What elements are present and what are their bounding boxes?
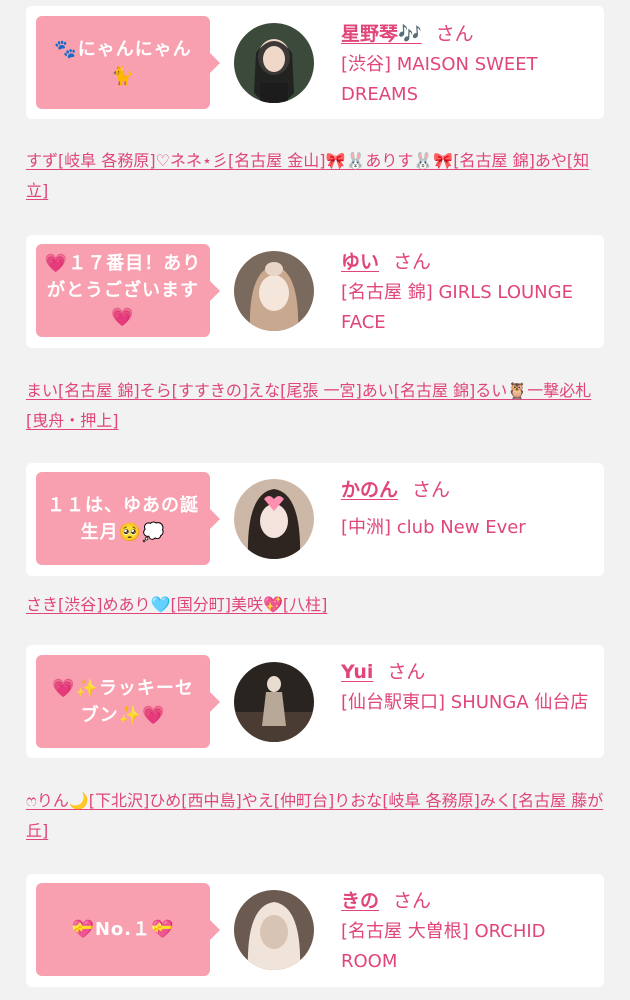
girl-link[interactable]: ひめ bbox=[149, 791, 181, 810]
avatar[interactable] bbox=[234, 23, 314, 103]
area-link[interactable]: [西中島] bbox=[181, 791, 242, 810]
avatar-image bbox=[234, 890, 314, 970]
avatar[interactable] bbox=[234, 890, 314, 970]
ranking-card: 🐾にゃんにゃん🐈 星野琴🎶 さん [渋谷] MAISON SWEET DREAMS bbox=[26, 6, 604, 119]
ranking-card: 💗１７番目！ありがとうございます💗 ゆい さん [名古屋 錦] GIRLS LOU… bbox=[26, 235, 604, 348]
shop-info: [中洲] club New Ever bbox=[341, 517, 526, 538]
area-link[interactable]: [岐阜 各務原] bbox=[382, 791, 480, 810]
girl-name-link[interactable]: ゆい bbox=[341, 251, 379, 273]
avatar-image bbox=[234, 662, 314, 742]
avatar[interactable] bbox=[234, 251, 314, 331]
san-suffix: さん bbox=[412, 479, 451, 501]
area-link[interactable]: [すすきの] bbox=[172, 381, 249, 400]
link-list: ෆりん🌙[下北沢]ひめ[西中島]やえ[仲町台]りおな[岐阜 各務原]みく[名古屋… bbox=[26, 786, 606, 846]
san-suffix: さん bbox=[387, 661, 426, 683]
link-list: まい[名古屋 錦]そら[すすきの]えな[尾張 一宮]あい[名古屋 錦]るい🦉一撃… bbox=[26, 376, 606, 436]
shop-info: [仙台駅東口] SHUNGA 仙台店 bbox=[341, 692, 589, 713]
name-row: ゆい さん bbox=[341, 247, 431, 274]
name-row: Yui さん bbox=[341, 657, 425, 684]
link-list: すず[岐阜 各務原]♡ネネ⋆彡[名古屋 金山]🎀🐰ありす🐰🎀[名古屋 錦]あや[… bbox=[26, 146, 606, 206]
area-link[interactable]: [尾張 一宮] bbox=[280, 381, 362, 400]
name-row: かのん さん bbox=[341, 475, 450, 502]
girl-link[interactable]: あい bbox=[362, 381, 394, 400]
girl-link[interactable]: みく bbox=[480, 791, 512, 810]
girl-name-link[interactable]: きの bbox=[341, 890, 379, 912]
area-link[interactable]: [名古屋 金山] bbox=[228, 151, 326, 170]
girl-name-link[interactable]: 星野琴🎶 bbox=[341, 23, 422, 45]
name-row: きの さん bbox=[341, 886, 431, 913]
comment-bubble: 💗✨ラッキーセブン✨💗 bbox=[36, 655, 220, 748]
girl-link[interactable]: めあり🩵 bbox=[103, 595, 171, 614]
girl-link[interactable]: あや bbox=[535, 151, 567, 170]
girl-name-link[interactable]: Yui bbox=[341, 661, 373, 683]
shop-info: [名古屋 錦] GIRLS LOUNGE FACE bbox=[341, 282, 573, 333]
girl-link[interactable]: ♡ネネ⋆彡 bbox=[156, 151, 228, 170]
area-link[interactable]: [渋谷] bbox=[58, 595, 103, 614]
girl-link[interactable]: 🎀🐰ありす🐰🎀 bbox=[326, 151, 454, 170]
avatar[interactable] bbox=[234, 662, 314, 742]
san-suffix: さん bbox=[393, 251, 432, 273]
san-suffix: さん bbox=[393, 890, 432, 912]
girl-link[interactable]: やえ bbox=[242, 791, 274, 810]
girl-link[interactable]: ෆりん🌙 bbox=[26, 791, 89, 810]
area-link[interactable]: [国分町] bbox=[170, 595, 231, 614]
comment-bubble: １１は、ゆあの誕生月🥺💭 bbox=[36, 472, 220, 565]
link-list: さき[渋谷]めあり🩵[国分町]美咲💖[八柱] bbox=[26, 590, 606, 620]
girl-link[interactable]: すず bbox=[26, 151, 58, 170]
girl-link[interactable]: 美咲💖 bbox=[231, 595, 283, 614]
ranking-card: 💗✨ラッキーセブン✨💗 Yui さん [仙台駅東口] SHUNGA 仙台店 bbox=[26, 645, 604, 758]
area-link[interactable]: [名古屋 錦] bbox=[58, 381, 140, 400]
avatar-image bbox=[234, 251, 314, 331]
area-link[interactable]: [名古屋 錦] bbox=[394, 381, 476, 400]
san-suffix: さん bbox=[435, 23, 474, 45]
name-row: 星野琴🎶 さん bbox=[341, 19, 474, 46]
avatar[interactable] bbox=[234, 479, 314, 559]
girl-link[interactable]: るい🦉一撃必札 bbox=[475, 381, 591, 400]
girl-link[interactable]: まい bbox=[26, 381, 58, 400]
area-link[interactable]: [下北沢] bbox=[89, 791, 150, 810]
ranking-card: 💝No.１💝 きの さん [名古屋 大曽根] ORCHID ROOM bbox=[26, 874, 604, 987]
shop-info: [渋谷] MAISON SWEET DREAMS bbox=[341, 54, 538, 105]
area-link[interactable]: [仲町台] bbox=[274, 791, 335, 810]
girl-link[interactable]: そら bbox=[140, 381, 172, 400]
girl-link[interactable]: さき bbox=[26, 595, 58, 614]
girl-link[interactable]: えな bbox=[248, 381, 280, 400]
area-link[interactable]: [岐阜 各務原] bbox=[58, 151, 156, 170]
shop-info: [名古屋 大曽根] ORCHID ROOM bbox=[341, 921, 546, 972]
area-link[interactable]: [八柱] bbox=[283, 595, 328, 614]
comment-bubble: 🐾にゃんにゃん🐈 bbox=[36, 16, 220, 109]
comment-bubble: 💝No.１💝 bbox=[36, 883, 220, 976]
comment-bubble: 💗１７番目！ありがとうございます💗 bbox=[36, 244, 220, 337]
avatar-image bbox=[234, 23, 314, 103]
avatar-image bbox=[234, 479, 314, 559]
area-link[interactable]: [曳舟・押上] bbox=[26, 411, 119, 430]
girl-link[interactable]: りおな bbox=[334, 791, 382, 810]
area-link[interactable]: [名古屋 錦] bbox=[453, 151, 535, 170]
ranking-card: １１は、ゆあの誕生月🥺💭 かのん さん [中洲] club New Ever bbox=[26, 463, 604, 576]
girl-name-link[interactable]: かのん bbox=[341, 479, 398, 501]
